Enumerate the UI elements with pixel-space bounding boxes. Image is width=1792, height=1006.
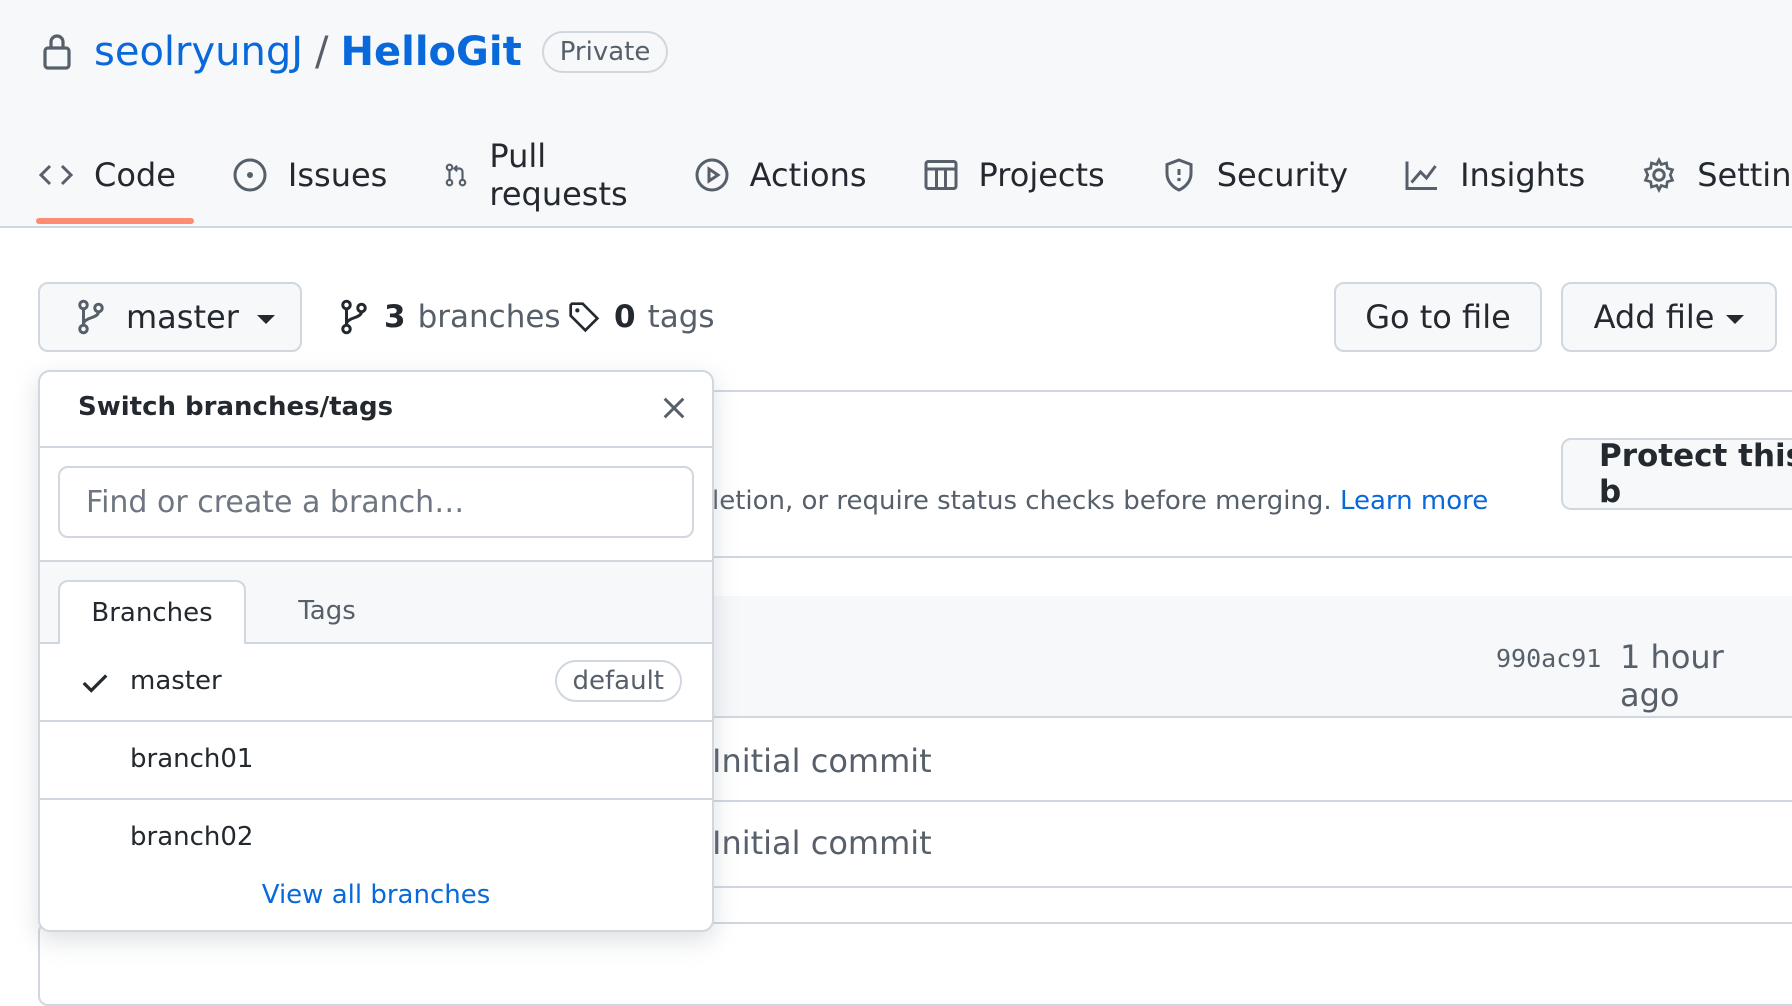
git-branch-icon	[341, 299, 367, 335]
tab-code[interactable]: Code	[36, 140, 194, 224]
repo-title: seolryungJ / HelloGit Private	[40, 22, 669, 82]
code-icon	[38, 164, 74, 186]
commit-sha-link[interactable]: 990ac91	[1496, 644, 1601, 673]
tab-label: Settings	[1697, 156, 1792, 194]
file-commit-message[interactable]: Initial commit	[712, 742, 932, 780]
table-icon	[924, 160, 958, 190]
go-to-file-button[interactable]: Go to file	[1334, 282, 1542, 352]
repo-nav: Code Issues Pull requests Actions Projec…	[36, 137, 1792, 224]
graph-icon	[1405, 161, 1438, 190]
tab-actions[interactable]: Actions	[694, 140, 867, 210]
tag-count: 0	[614, 299, 636, 335]
branch-switcher-dropdown: Switch branches/tags Branches Tags maste…	[38, 370, 714, 932]
dropdown-tabs: Branches Tags	[40, 562, 712, 644]
tags-label: tags	[647, 299, 715, 335]
tab-label: Code	[94, 156, 176, 194]
tab-label: Insights	[1460, 156, 1586, 194]
default-badge: default	[554, 660, 682, 702]
branch-item-master[interactable]: master default	[40, 644, 712, 722]
tab-security[interactable]: Security	[1161, 140, 1348, 210]
branch-name: branch01	[130, 744, 254, 774]
commit-age: 1 hour ago	[1620, 638, 1724, 714]
dropdown-title: Switch branches/tags	[78, 392, 394, 422]
tab-projects[interactable]: Projects	[923, 140, 1105, 210]
dropdown-search-area	[40, 448, 712, 562]
branch-count: 3	[384, 299, 406, 335]
pull-request-icon	[446, 163, 467, 187]
protection-text: letion, or require status checks before …	[712, 486, 1332, 516]
tab-issues[interactable]: Issues	[232, 140, 387, 210]
repo-separator: /	[315, 29, 329, 75]
dropdown-header: Switch branches/tags	[40, 372, 712, 448]
tab-label: Issues	[287, 156, 388, 194]
tab-label: Security	[1216, 156, 1349, 194]
tab-label: Pull requests	[489, 137, 628, 213]
repo-owner-link[interactable]: seolryungJ	[94, 29, 303, 75]
shield-icon	[1165, 158, 1193, 192]
play-circle-icon	[695, 158, 729, 192]
tab-insights[interactable]: Insights	[1404, 140, 1585, 210]
chevron-down-icon	[1726, 314, 1745, 324]
issue-circle-icon	[233, 158, 267, 192]
check-icon	[82, 674, 108, 693]
branch-item-branch02[interactable]: branch02	[40, 800, 712, 876]
learn-more-link[interactable]: Learn more	[1340, 486, 1488, 516]
visibility-badge: Private	[541, 31, 669, 73]
repo-header: seolryungJ / HelloGit Private Code Issue…	[0, 0, 1792, 228]
branch-name: branch02	[130, 822, 254, 852]
branch-select-button[interactable]: master	[38, 282, 302, 352]
branch-name: master	[130, 666, 222, 696]
protect-branch-button[interactable]: Protect this b	[1561, 438, 1792, 510]
branch-item-branch01[interactable]: branch01	[40, 722, 712, 800]
branch-search-input[interactable]	[58, 466, 694, 538]
branches-label: branches	[417, 299, 561, 335]
add-file-label: Add file	[1593, 298, 1715, 336]
protection-description: letion, or require status checks before …	[712, 486, 1488, 516]
tab-settings[interactable]: Settings	[1641, 140, 1792, 210]
file-commit-message[interactable]: Initial commit	[712, 824, 932, 862]
tab-tags[interactable]: Tags	[262, 580, 392, 642]
tag-icon	[569, 302, 600, 333]
close-icon[interactable]	[660, 394, 688, 422]
tags-link[interactable]: 0 tags	[568, 282, 715, 352]
current-branch-label: master	[126, 298, 239, 336]
chevron-down-icon	[256, 314, 275, 324]
tab-label: Actions	[749, 156, 867, 194]
lock-icon	[43, 34, 71, 70]
add-file-button[interactable]: Add file	[1561, 282, 1777, 352]
gear-icon	[1643, 157, 1675, 193]
tab-pull-requests[interactable]: Pull requests	[443, 137, 637, 213]
repo-name-link[interactable]: HelloGit	[341, 29, 522, 75]
view-all-branches-link[interactable]: View all branches	[40, 880, 712, 910]
readme-box	[38, 922, 1792, 1006]
git-branch-icon	[78, 299, 104, 335]
tab-label: Projects	[978, 156, 1105, 194]
tab-branches[interactable]: Branches	[58, 580, 246, 644]
branches-link[interactable]: 3 branches	[338, 282, 561, 352]
